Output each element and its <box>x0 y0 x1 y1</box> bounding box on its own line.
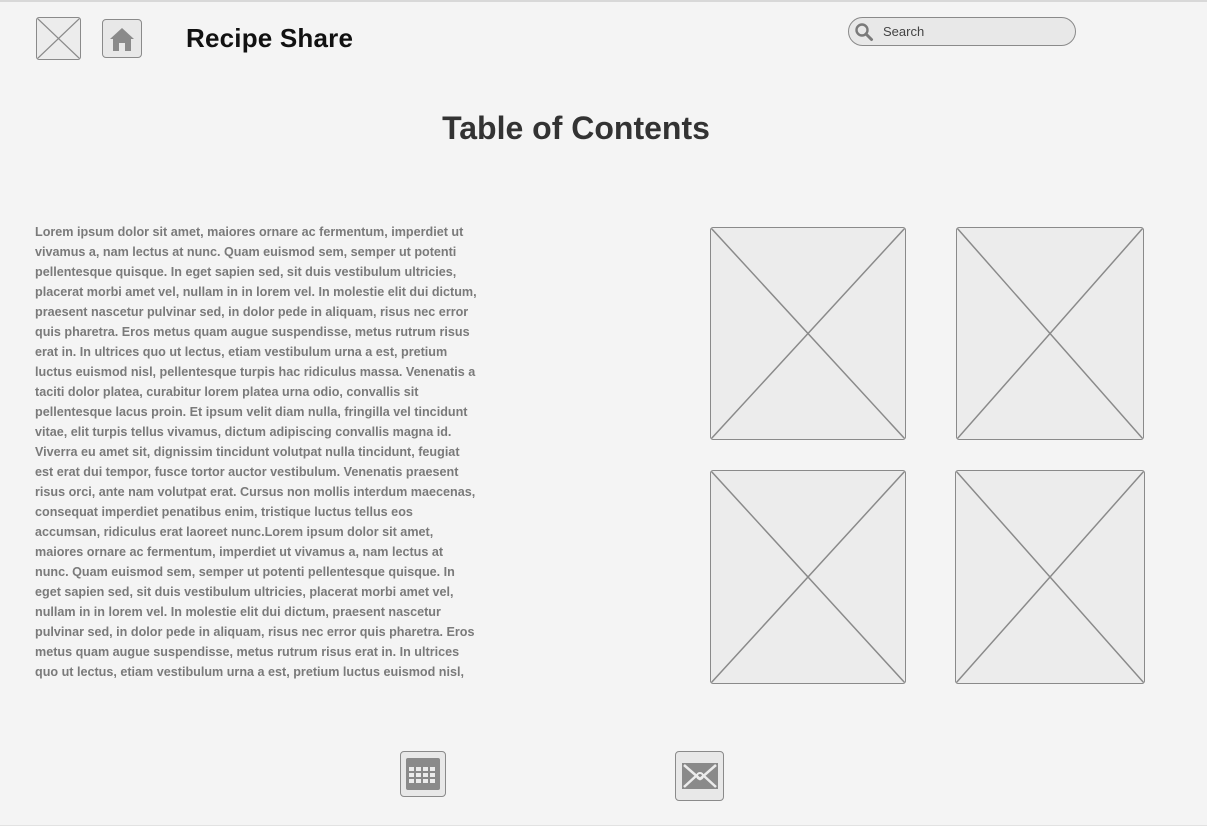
calendar-icon <box>406 758 440 790</box>
recipe-image-placeholder-1[interactable] <box>710 227 906 440</box>
page: Recipe Share Table of Contents Lorem ips… <box>0 0 1207 826</box>
mail-button[interactable] <box>675 751 724 801</box>
calendar-button[interactable] <box>400 751 446 797</box>
recipe-image-placeholder-2[interactable] <box>956 227 1144 440</box>
home-icon <box>110 27 134 51</box>
app-title: Recipe Share <box>186 23 354 53</box>
search-icon <box>855 23 873 41</box>
home-button[interactable] <box>102 19 142 58</box>
recipe-image-placeholder-4[interactable] <box>955 470 1145 684</box>
search-input[interactable] <box>883 22 1063 40</box>
mail-icon <box>681 763 718 789</box>
logo-image-placeholder-icon[interactable] <box>36 17 81 60</box>
body-text: Lorem ipsum dolor sit amet, maiores orna… <box>35 225 477 679</box>
page-heading: Table of Contents <box>442 110 710 146</box>
search-box[interactable] <box>848 17 1076 46</box>
recipe-image-placeholder-3[interactable] <box>710 470 906 684</box>
